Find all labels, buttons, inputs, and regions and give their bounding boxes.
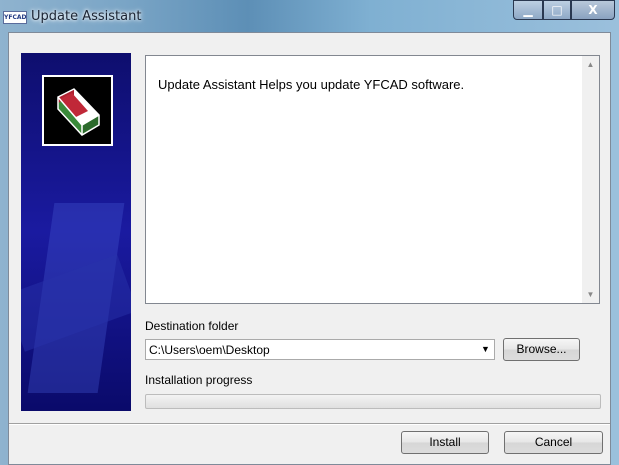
maximize-button[interactable]: □ [543,0,571,20]
dropdown-arrow-icon[interactable]: ▼ [477,340,494,359]
app-icon: YFCAD [3,11,27,24]
installation-progress-bar [145,394,601,409]
info-text: Update Assistant Helps you update YFCAD … [158,77,465,92]
side-banner [21,53,131,411]
info-textarea[interactable]: Update Assistant Helps you update YFCAD … [145,55,600,304]
product-logo-icon [42,75,113,146]
scroll-up-icon[interactable]: ▲ [582,56,599,73]
update-assistant-window: YFCAD Update Assistant ▁ □ X Update Assi… [0,0,619,465]
browse-button[interactable]: Browse... [503,338,580,361]
vertical-scrollbar[interactable]: ▲ ▼ [582,56,599,303]
install-button[interactable]: Install [401,431,489,454]
scroll-down-icon[interactable]: ▼ [582,286,599,303]
window-title: Update Assistant [31,9,142,24]
progress-label: Installation progress [145,373,253,387]
close-button[interactable]: X [571,0,615,20]
destination-label: Destination folder [145,319,239,333]
dialog-body: Update Assistant Helps you update YFCAD … [8,32,611,465]
destination-combobox[interactable]: C:\Users\oem\Desktop ▼ [145,339,495,360]
destination-value: C:\Users\oem\Desktop [149,343,270,357]
title-bar[interactable]: YFCAD Update Assistant ▁ □ X [0,0,619,32]
cancel-button[interactable]: Cancel [504,431,603,454]
divider [9,423,610,425]
minimize-button[interactable]: ▁ [513,0,543,20]
